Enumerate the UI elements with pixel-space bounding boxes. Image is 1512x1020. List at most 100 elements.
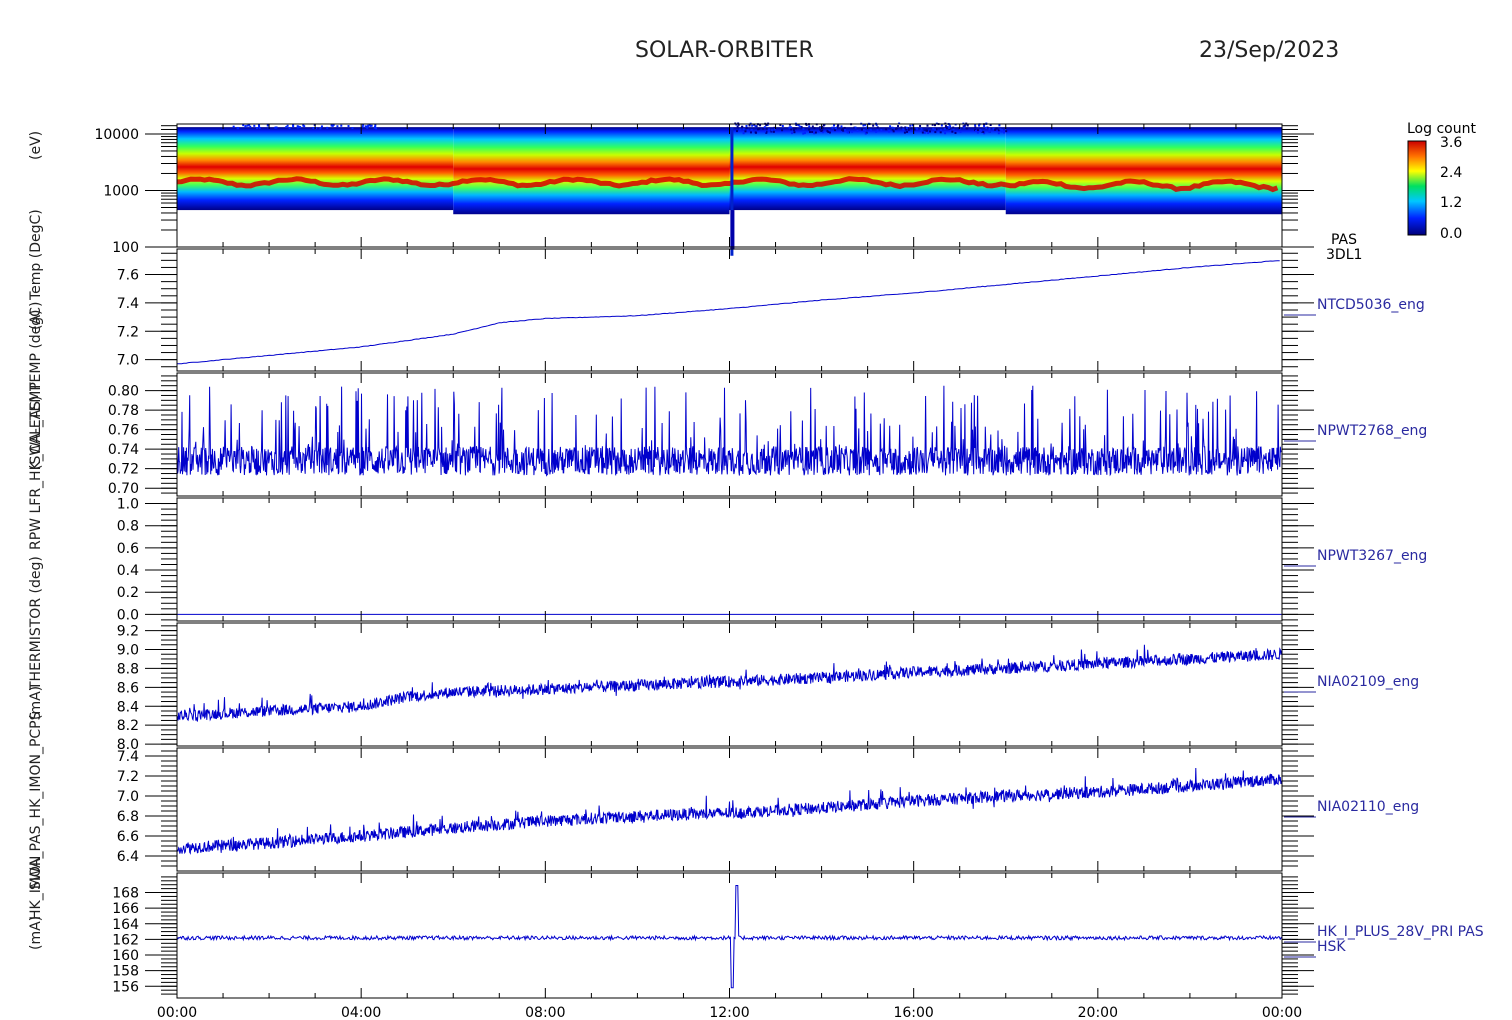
y-tick-label: 7.0	[117, 353, 139, 369]
spectrogram-speckle	[764, 130, 767, 133]
spectrogram-speckle	[319, 127, 322, 130]
spectrogram-speckle	[926, 129, 929, 132]
spectrogram-speckle	[952, 126, 955, 129]
spectrogram-speckle	[745, 124, 748, 127]
y-tick-label: 158	[112, 964, 139, 980]
y-axis-label: HK_IMON	[28, 856, 44, 920]
spectrogram-speckle	[985, 126, 988, 129]
spectrogram-speckle	[365, 125, 368, 128]
spectrogram-speckle	[919, 124, 922, 127]
series-label: HK_I_PLUS_28V_PRI PAS	[1317, 924, 1484, 940]
y-tick-label: 100	[112, 240, 139, 256]
panel-frame	[176, 372, 1283, 497]
spectrogram-speckle	[885, 128, 888, 131]
series-line	[176, 260, 1280, 365]
series-label: NTCD5036_eng	[1317, 297, 1425, 313]
series-line	[176, 385, 1282, 477]
spectrogram-speckle	[892, 130, 895, 133]
spectrogram-speckle	[374, 124, 377, 127]
x-tick-label: 00:00	[1262, 1005, 1302, 1020]
y-tick-label: 7.2	[117, 769, 139, 785]
y-tick-label: 7.4	[117, 749, 139, 765]
spectrogram-speckle	[944, 132, 947, 135]
spectrogram-speckle	[840, 125, 843, 128]
spectrogram-speckle	[934, 131, 937, 134]
spectrogram-speckle	[1003, 131, 1006, 134]
spectrogram-speckle	[940, 129, 943, 132]
spectrogram-speckle	[954, 131, 957, 134]
spectrogram-speckle	[789, 126, 792, 129]
x-tick-label: 00:00	[157, 1005, 197, 1020]
spectrogram-speckle	[361, 125, 364, 128]
spectrogram-speckle	[906, 130, 909, 133]
y-axis-label: RPW LFR_HK_CAL_TEMP	[28, 382, 44, 550]
y-tick-label: 160	[112, 948, 139, 964]
spectrogram-speckle	[347, 125, 350, 128]
panel-frame	[176, 497, 1283, 622]
spectrogram-speckle	[880, 128, 883, 131]
series-line	[176, 885, 1283, 989]
spectrogram-speckle	[976, 131, 979, 134]
x-tick-label: 20:00	[1078, 1005, 1118, 1020]
spectrogram-speckle	[988, 127, 991, 130]
chart-figure: 10000 1000 100 PAS3DL1 7.6 7.4 7.2 7.0 NTCD5036_…	[28, 121, 1484, 1020]
y-tick-label: 9.2	[117, 624, 139, 640]
y-tick-label: 7.6	[117, 268, 139, 284]
spectrogram-speckle	[909, 124, 912, 127]
spectrogram-speckle	[303, 125, 306, 128]
spectrogram-speckle	[292, 125, 295, 128]
spectrogram-speckle	[320, 125, 323, 128]
spectrogram-speckle	[948, 126, 951, 129]
spectrogram-speckle	[952, 128, 955, 131]
y-tick-label: 0.80	[108, 384, 139, 400]
spectrogram-speckle	[781, 129, 784, 132]
chart-panels: 10000 1000 100 PAS3DL1 7.6 7.4 7.2 7.0 NTCD5036_…	[94, 123, 1484, 999]
spectrogram-speckle	[811, 125, 814, 128]
spectrogram-speckle	[808, 125, 811, 128]
y-tick-label: 6.8	[117, 809, 139, 825]
spectrogram-speckle	[253, 124, 256, 127]
colorbar-gradient	[1407, 140, 1427, 236]
spectrogram-speckle	[249, 125, 252, 128]
spectrogram-speckle	[367, 124, 370, 127]
y-tick-label: 0.2	[117, 585, 139, 601]
spectrogram-speckle	[751, 124, 754, 127]
spectrogram-speckle	[821, 129, 824, 132]
spectrogram-speckle	[998, 124, 1001, 127]
spectrogram-speckle	[826, 130, 829, 133]
spectrogram-speckle	[794, 127, 797, 130]
spectrogram-speckle	[876, 126, 879, 129]
spectrogram-speckle	[808, 128, 811, 131]
spectrogram-speckle	[326, 126, 329, 129]
spectrogram-speckle	[741, 125, 744, 128]
spectrogram-speckle	[900, 126, 903, 129]
spectrogram-speckle	[897, 125, 900, 128]
spectrogram-speckle	[256, 127, 259, 130]
spectrogram-speckle	[978, 124, 981, 127]
spectrogram-speckle	[847, 131, 850, 134]
y-tick-label: 0.6	[117, 541, 139, 557]
x-tick-label: 04:00	[341, 1005, 381, 1020]
overlapped-y-labels: (eV) Temp (DegC) (A) (SWA-EAS) TEMP (deg…	[28, 131, 44, 950]
spectrogram-speckle	[982, 131, 985, 134]
y-tick-label: 8.4	[117, 699, 139, 715]
spectrogram-speckle	[976, 129, 979, 132]
spectrogram-block	[453, 127, 730, 215]
spectrogram-speckle	[869, 129, 872, 132]
spectrogram-speckle	[966, 124, 969, 127]
y-tick-label: 0.0	[117, 607, 139, 623]
pas-spectrogram	[176, 122, 1282, 256]
y-tick-label: 10000	[94, 127, 139, 143]
spectrogram-speckle	[1005, 130, 1008, 133]
spectrogram-speckle	[933, 128, 936, 131]
spectrogram-speckle	[894, 128, 897, 131]
spectrogram-speckle	[1000, 130, 1003, 133]
spectrogram-speckle	[819, 128, 822, 131]
spectrogram-speckle	[765, 127, 768, 130]
spectrogram-speckle	[945, 126, 948, 129]
spectrogram-speckle	[736, 125, 739, 128]
spectrogram-speckle	[943, 127, 946, 130]
colorbar-tick: 2.4	[1440, 165, 1462, 181]
spectrogram-speckle	[851, 130, 854, 133]
spectrogram-speckle	[802, 128, 805, 131]
